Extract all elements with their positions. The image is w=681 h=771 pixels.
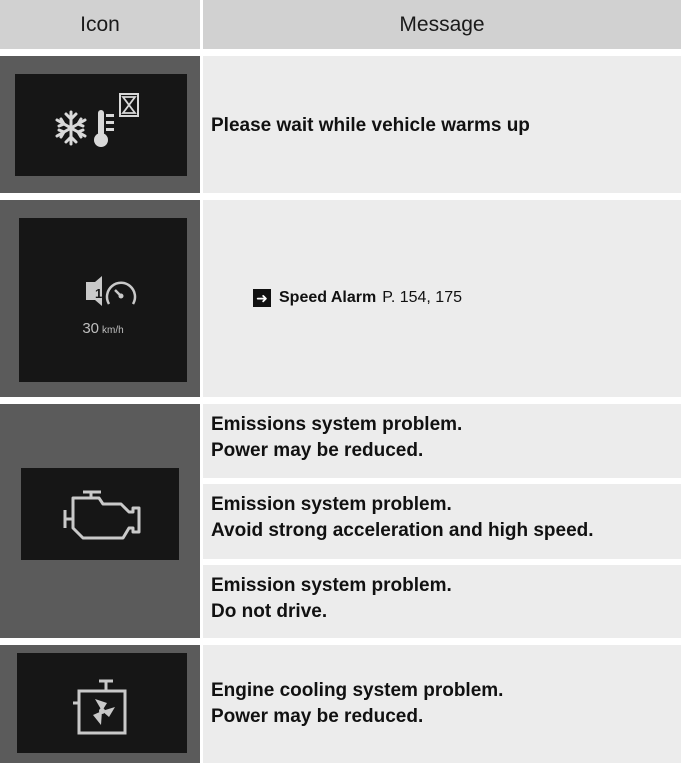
emissions-message-1-line-2: Power may be reduced. — [211, 440, 424, 461]
row-4-icon-cell — [0, 645, 200, 763]
warm-up-message: Please wait while vehicle warms up — [211, 115, 530, 136]
row-2-icon-panel: 1 30 km/h — [19, 218, 187, 382]
reference-arrow-icon: ➜ — [253, 289, 271, 307]
row-1-icon-cell — [0, 56, 200, 193]
header-message-column: Message — [203, 0, 681, 49]
row-3-message-cell-1: Emissions system problem. Power may be r… — [203, 404, 681, 478]
cooling-message-line-1: Engine cooling system problem. — [211, 680, 504, 701]
speed-alarm-icon: 1 — [86, 276, 137, 306]
row-2-icon-cell: 1 30 km/h — [0, 200, 200, 397]
speed-alarm-value: 30 km/h — [19, 320, 187, 337]
emissions-message-2-line-1: Emission system problem. — [211, 494, 452, 515]
emissions-message-1-line-1: Emissions system problem. — [211, 414, 463, 435]
row-4-message-cell: Engine cooling system problem. Power may… — [203, 645, 681, 763]
row-3-message-cell-2: Emission system problem. Avoid strong ac… — [203, 484, 681, 559]
svg-text:1: 1 — [95, 286, 102, 301]
cooling-message-line-2: Power may be reduced. — [211, 706, 424, 727]
row-1-icon-panel — [15, 74, 187, 176]
header-icon-column: Icon — [0, 0, 200, 49]
speed-alarm-reference[interactable]: ➜ Speed Alarm P. 154, 175 — [253, 289, 462, 307]
reference-label[interactable]: Speed Alarm — [279, 289, 376, 307]
row-3-message-cell-3: Emission system problem. Do not drive. — [203, 565, 681, 638]
reference-pages: P. 154, 175 — [382, 289, 462, 306]
speed-unit: km/h — [102, 325, 124, 336]
emissions-message-3-line-2: Do not drive. — [211, 601, 328, 622]
check-engine-icon — [63, 490, 141, 540]
header-message-label: Message — [399, 12, 485, 36]
row-3-icon-panel — [21, 468, 179, 560]
row-1-message-cell: Please wait while vehicle warms up — [203, 56, 681, 193]
speed-value: 30 — [82, 320, 99, 337]
row-3-icon-cell — [0, 404, 200, 638]
emissions-message-2-line-2: Avoid strong acceleration and high speed… — [211, 520, 594, 541]
engine-cooling-problem-icon — [73, 679, 127, 735]
emissions-message-3-line-1: Emission system problem. — [211, 575, 452, 596]
row-4-icon-panel — [17, 653, 187, 753]
row-2-message-cell: ➜ Speed Alarm P. 154, 175 — [203, 200, 681, 397]
warm-up-snowflake-thermometer-hourglass-icon — [55, 93, 139, 147]
header-icon-label: Icon — [80, 12, 120, 36]
